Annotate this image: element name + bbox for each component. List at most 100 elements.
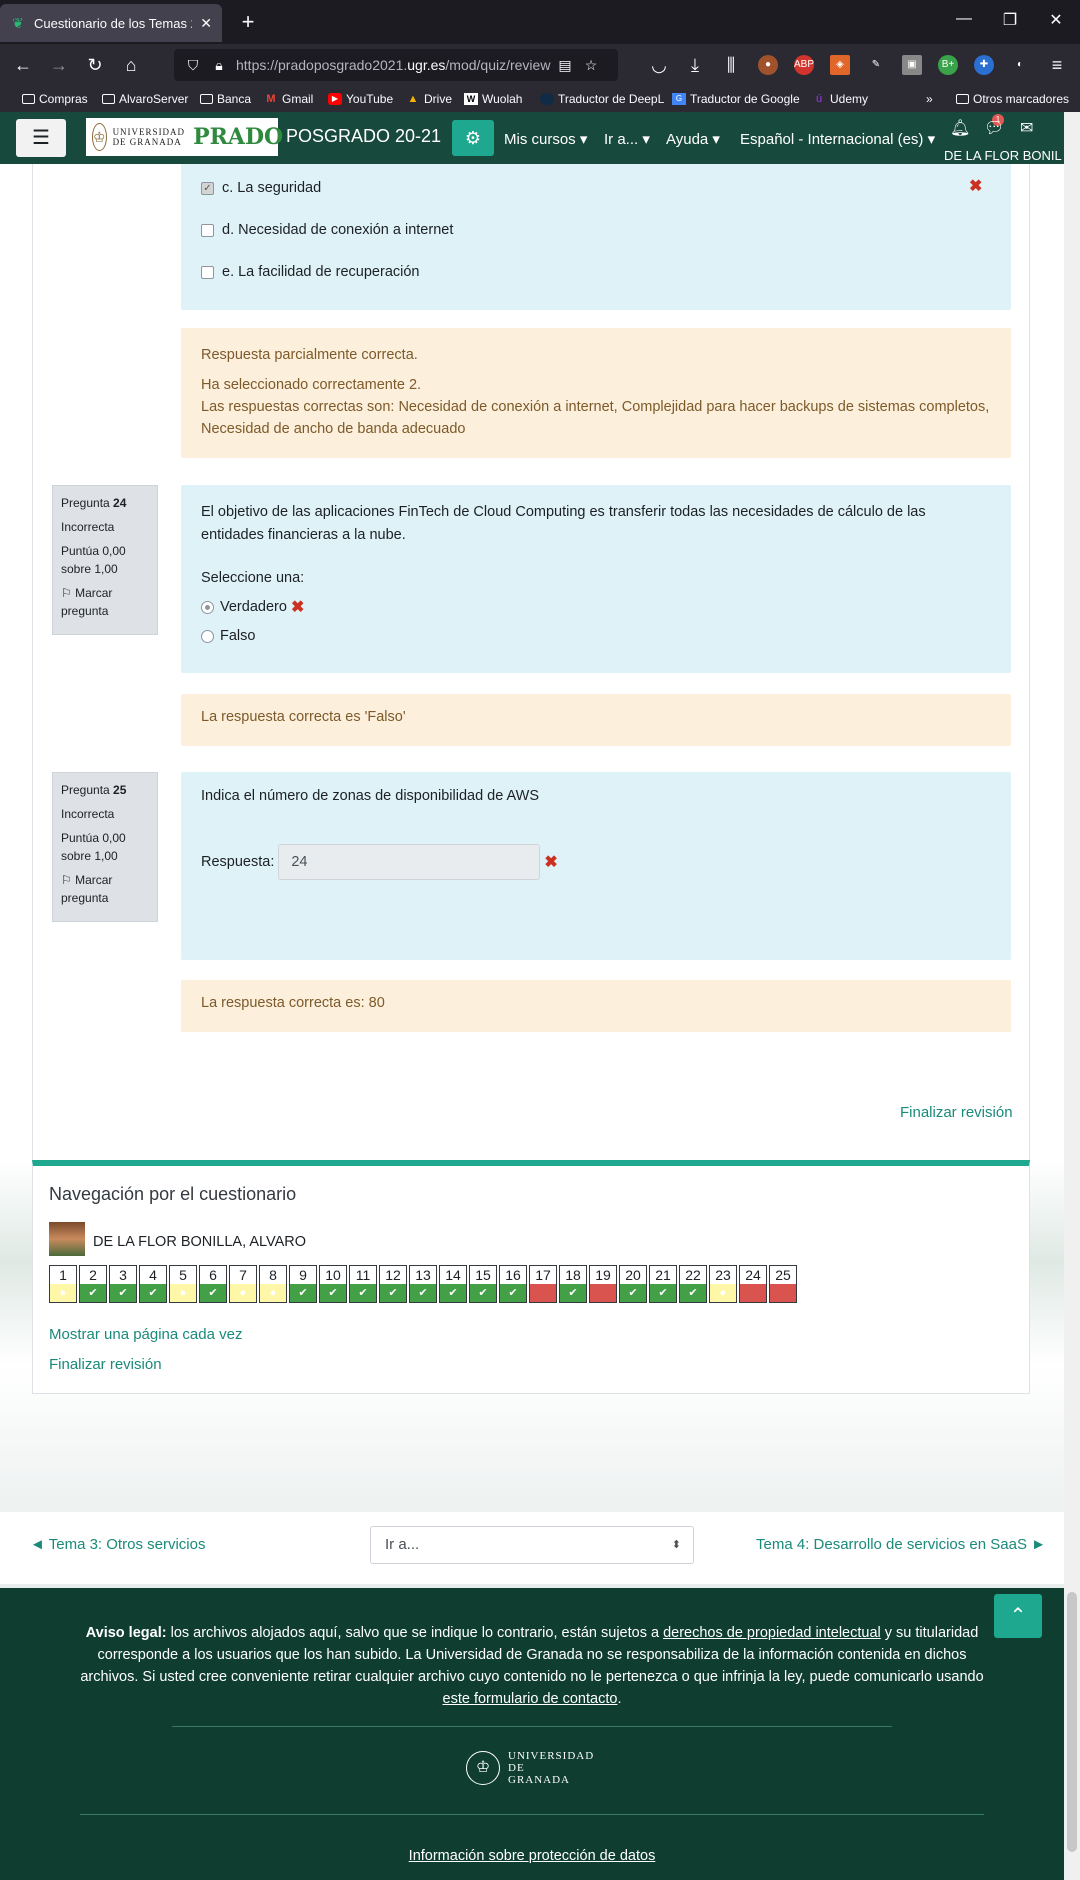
menu-ir-a[interactable]: Ir a... ▾ bbox=[604, 130, 650, 148]
bookmark-banca[interactable]: Banca bbox=[200, 91, 251, 107]
shield-icon[interactable]: ⛉ bbox=[184, 57, 202, 74]
question-nav-button[interactable]: 22 ✔ bbox=[679, 1265, 707, 1303]
question-nav-button[interactable]: 24 bbox=[739, 1265, 767, 1303]
question-nav-button[interactable]: 3 ✔ bbox=[109, 1265, 137, 1303]
library-icon[interactable]: ⫼ bbox=[718, 53, 744, 77]
q24-option-falso[interactable]: Falso bbox=[201, 625, 991, 648]
previous-activity-link[interactable]: ◄ Tema 3: Otros servicios bbox=[30, 1536, 205, 1553]
reader-view-icon[interactable]: ▤ bbox=[556, 57, 574, 74]
question-nav-button[interactable]: 23 ● bbox=[709, 1265, 737, 1303]
menu-mis-cursos[interactable]: Mis cursos ▾ bbox=[504, 130, 587, 148]
bookmark-alvaroserver[interactable]: AlvaroServer bbox=[102, 91, 188, 107]
privacy-link[interactable]: Información sobre protección de datos bbox=[0, 1848, 1064, 1864]
finish-review-link[interactable]: Finalizar revisión bbox=[49, 1356, 162, 1373]
site-logo[interactable]: ♔ UNIVERSIDAD DE GRANADA PRADO bbox=[86, 118, 283, 156]
checkbox-icon[interactable] bbox=[201, 265, 214, 279]
new-tab-icon[interactable]: + bbox=[236, 10, 260, 34]
forward-icon[interactable]: → bbox=[46, 53, 72, 77]
question-nav-button[interactable]: 7 ● bbox=[229, 1265, 257, 1303]
extension-8-icon[interactable]: ◐ bbox=[1010, 55, 1030, 75]
jump-to-select[interactable]: Ir a... ⬍ bbox=[370, 1526, 694, 1564]
question-nav-button[interactable]: 1 ● bbox=[49, 1265, 77, 1303]
bookmark-drive[interactable]: ▲ Drive bbox=[406, 91, 452, 107]
question-nav-button[interactable]: 2 ✔ bbox=[79, 1265, 107, 1303]
bookmark-star-icon[interactable]: ☆ bbox=[582, 57, 600, 74]
settings-gear-icon[interactable]: ⚙ bbox=[452, 120, 494, 156]
notifications-bell-icon[interactable]: 🔔︎ bbox=[950, 118, 970, 138]
footer-logo[interactable]: ♔ UNIVERSIDAD DE GRANADA bbox=[466, 1750, 593, 1786]
question-nav-button[interactable]: 12 ✔ bbox=[379, 1265, 407, 1303]
radio-selected-icon[interactable] bbox=[201, 601, 214, 614]
q24-option-verdadero[interactable]: Verdadero ✖ bbox=[201, 596, 991, 619]
extension-3-icon[interactable]: ◈ bbox=[830, 55, 850, 75]
bookmark-deepl[interactable]: Traductor de DeepL bbox=[540, 91, 664, 107]
reload-icon[interactable]: ↻ bbox=[82, 53, 108, 77]
extension-1-icon[interactable]: ● bbox=[758, 55, 778, 75]
menu-ayuda[interactable]: Ayuda ▾ bbox=[666, 130, 720, 148]
checkbox-checked-icon[interactable]: ✓ bbox=[201, 181, 214, 195]
radio-icon[interactable] bbox=[201, 630, 214, 643]
scrollbar-thumb[interactable] bbox=[1067, 1592, 1077, 1852]
question-nav-button[interactable]: 11 ✔ bbox=[349, 1265, 377, 1303]
extension-4-icon[interactable]: ✎ bbox=[866, 55, 886, 75]
bookmark-gmail[interactable]: M Gmail bbox=[264, 91, 313, 107]
more-bookmarks-icon[interactable]: » bbox=[926, 91, 933, 107]
messages-envelope-icon[interactable]: ✉ bbox=[1020, 118, 1033, 138]
home-icon[interactable]: ⌂ bbox=[118, 53, 144, 77]
next-activity-link[interactable]: Tema 4: Desarrollo de servicios en SaaS … bbox=[756, 1536, 1046, 1553]
user-name[interactable]: DE LA FLOR BONIL bbox=[944, 148, 1062, 163]
minimize-icon[interactable]: — bbox=[952, 10, 976, 28]
chat-icon[interactable]: 💬︎ bbox=[984, 118, 1004, 138]
question-nav-button[interactable]: 9 ✔ bbox=[289, 1265, 317, 1303]
site-title[interactable]: POSGRADO 20-21 bbox=[286, 126, 441, 147]
contact-form-link[interactable]: este formulario de contacto bbox=[443, 1691, 618, 1707]
bookmark-wuolah[interactable]: W Wuolah bbox=[464, 91, 522, 107]
question-nav-button[interactable]: 5 ● bbox=[169, 1265, 197, 1303]
ip-rights-link[interactable]: derechos de propiedad intelectual bbox=[663, 1625, 881, 1641]
quiz-user-name[interactable]: DE LA FLOR BONILLA, ALVARO bbox=[93, 1234, 306, 1250]
show-one-page-link[interactable]: Mostrar una página cada vez bbox=[49, 1326, 242, 1343]
question-nav-button[interactable]: 6 ✔ bbox=[199, 1265, 227, 1303]
close-window-icon[interactable]: ✕ bbox=[1044, 10, 1068, 30]
bookmark-compras[interactable]: Compras bbox=[22, 91, 88, 107]
finish-review-link[interactable]: Finalizar revisión bbox=[900, 1104, 1013, 1121]
question-nav-button[interactable]: 19 bbox=[589, 1265, 617, 1303]
question-nav-button[interactable]: 14 ✔ bbox=[439, 1265, 467, 1303]
question-nav-button[interactable]: 15 ✔ bbox=[469, 1265, 497, 1303]
q23-option-d[interactable]: d. Necesidad de conexión a internet bbox=[201, 222, 453, 238]
menu-language[interactable]: Español - Internacional (es) ▾ bbox=[740, 130, 935, 148]
pocket-icon[interactable]: ◡ bbox=[646, 53, 672, 77]
browser-tab[interactable]: ❦ Cuestionario de los Temas 2 y 3 ✕ bbox=[0, 4, 222, 42]
url-text[interactable]: https://pradoposgrado2021.ugr.es/mod/qui… bbox=[236, 57, 556, 73]
q23-option-c[interactable]: ✓ c. La seguridad bbox=[201, 180, 321, 196]
q23-option-e[interactable]: e. La facilidad de recuperación bbox=[201, 264, 420, 280]
question-nav-button[interactable]: 10 ✔ bbox=[319, 1265, 347, 1303]
question-nav-button[interactable]: 25 bbox=[769, 1265, 797, 1303]
lock-icon[interactable]: 🔒︎ bbox=[210, 57, 228, 74]
extension-6-icon[interactable]: B+ bbox=[938, 55, 958, 75]
question-nav-button[interactable]: 17 bbox=[529, 1265, 557, 1303]
back-icon[interactable]: ← bbox=[10, 53, 36, 77]
extension-5-icon[interactable]: ▣ bbox=[902, 55, 922, 75]
page-scrollbar[interactable] bbox=[1064, 112, 1080, 1880]
adblock-icon[interactable]: ABP bbox=[794, 55, 814, 75]
bookmark-udemy[interactable]: ú Udemy bbox=[812, 91, 868, 107]
bookmark-youtube[interactable]: ▶ YouTube bbox=[328, 91, 393, 107]
address-bar[interactable]: ⛉ 🔒︎ https://pradoposgrado2021.ugr.es/mo… bbox=[174, 49, 618, 81]
flag-question-link[interactable]: ⚐ Marcar pregunta bbox=[61, 584, 149, 620]
question-nav-button[interactable]: 18 ✔ bbox=[559, 1265, 587, 1303]
close-tab-icon[interactable]: ✕ bbox=[200, 15, 212, 32]
question-nav-button[interactable]: 13 ✔ bbox=[409, 1265, 437, 1303]
menu-icon[interactable]: ≡ bbox=[1044, 53, 1070, 77]
question-nav-button[interactable]: 16 ✔ bbox=[499, 1265, 527, 1303]
bookmark-google-translate[interactable]: G Traductor de Google bbox=[672, 91, 800, 107]
back-to-top-icon[interactable]: ⌃ bbox=[994, 1594, 1042, 1638]
question-nav-button[interactable]: 21 ✔ bbox=[649, 1265, 677, 1303]
bookmark-otros[interactable]: Otros marcadores bbox=[956, 91, 1069, 107]
checkbox-icon[interactable] bbox=[201, 223, 214, 237]
extension-7-icon[interactable]: ✚ bbox=[974, 55, 994, 75]
downloads-icon[interactable]: ⤓ bbox=[682, 53, 708, 77]
restore-icon[interactable]: ❐ bbox=[998, 10, 1022, 30]
hamburger-menu-icon[interactable]: ☰ bbox=[16, 119, 66, 157]
question-nav-button[interactable]: 20 ✔ bbox=[619, 1265, 647, 1303]
